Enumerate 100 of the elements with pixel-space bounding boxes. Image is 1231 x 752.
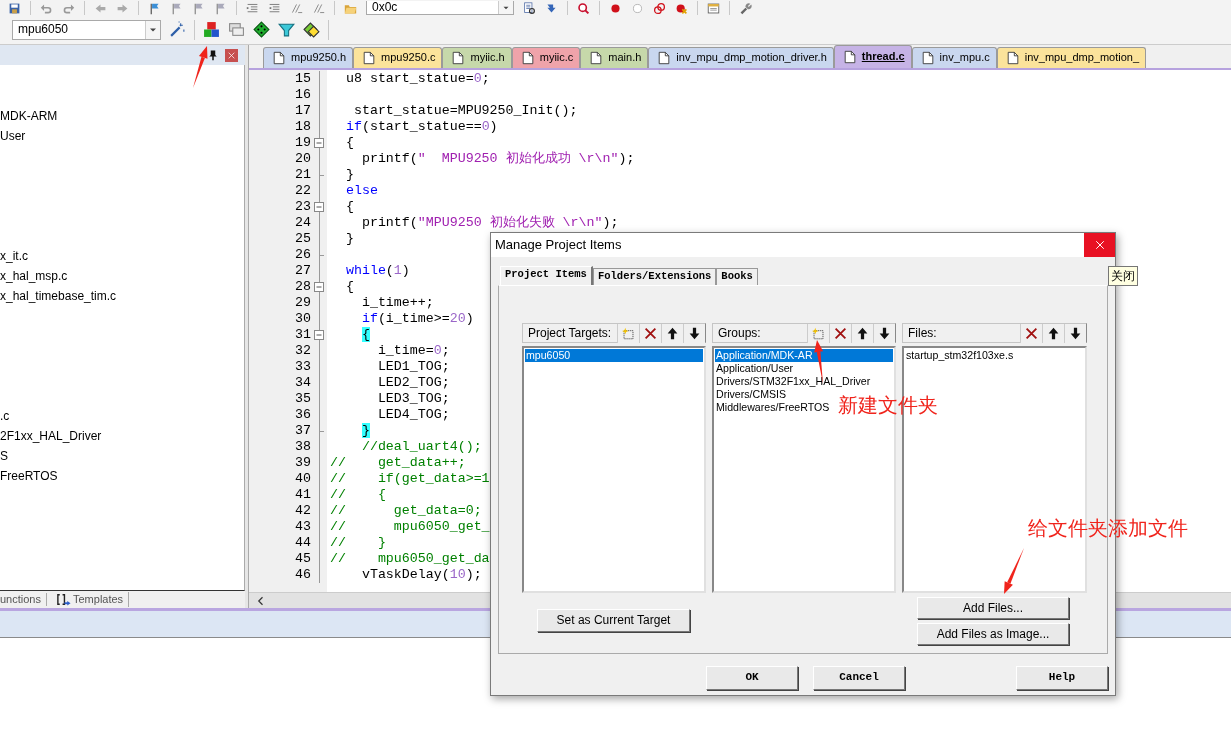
move-up-button[interactable] <box>851 323 873 343</box>
funnel-icon[interactable] <box>278 21 295 38</box>
list-item[interactable]: Application/MDK-AR <box>715 349 893 362</box>
list-item[interactable]: Drivers/CMSIS <box>715 388 787 401</box>
file-tab[interactable]: myiic.h <box>442 47 512 68</box>
flag-icon[interactable] <box>192 2 205 15</box>
code-line: //deal_uart4(); <box>360 439 482 455</box>
undo-icon[interactable] <box>40 2 53 15</box>
indent-icon[interactable] <box>246 2 259 15</box>
file-tab[interactable]: inv_mpu_dmp_motion_driver.h <box>648 47 834 68</box>
line-number: 24 <box>294 215 312 231</box>
list-item[interactable]: startup_stm32f103xe.s <box>905 349 1014 362</box>
list-item[interactable]: mpu6050 <box>525 349 703 362</box>
tree-item[interactable]: x_hal_msp.c <box>0 266 68 286</box>
pin-icon[interactable] <box>207 49 219 61</box>
clear-breakpoints-icon[interactable] <box>675 2 688 15</box>
line-number: 44 <box>294 535 312 551</box>
dialog-tab[interactable]: Books <box>716 268 758 285</box>
flag-icon[interactable] <box>170 2 183 15</box>
tree-item[interactable]: .c <box>0 406 10 426</box>
file-tab[interactable]: mpu9250.h <box>263 47 354 68</box>
collapse-icon[interactable] <box>314 282 324 292</box>
code-line: LED1_TOG; <box>376 359 450 375</box>
tree-item[interactable]: MDK-ARM <box>0 106 58 126</box>
save-icon[interactable] <box>8 2 21 15</box>
combo-box[interactable]: 0x0c <box>366 1 514 15</box>
comment-icon[interactable] <box>312 2 325 15</box>
file-icon <box>920 51 935 65</box>
comment-icon[interactable] <box>290 2 303 15</box>
close-button[interactable] <box>1084 233 1115 257</box>
list-item[interactable]: Application/User <box>715 362 794 375</box>
file-tab[interactable]: thread.c <box>833 45 912 68</box>
window-icon[interactable] <box>707 2 720 15</box>
code-line: printf("MPU9250 初始化失败 \r\n"); <box>360 215 619 231</box>
panel-tab[interactable]: unctions <box>0 592 47 607</box>
action-button[interactable]: Set as Current Target <box>537 609 690 632</box>
tree-item[interactable]: x_hal_timebase_tim.c <box>0 286 117 306</box>
file-icon <box>451 51 466 65</box>
flag-icon[interactable] <box>214 2 227 15</box>
code-line: // mpu6050_get_da <box>329 551 490 567</box>
target-select[interactable]: mpu6050 <box>12 19 161 40</box>
tree-item[interactable]: S <box>0 446 8 466</box>
wand-icon[interactable] <box>169 21 186 38</box>
collapse-icon[interactable] <box>314 330 324 340</box>
file-tab[interactable]: main.h <box>580 47 649 68</box>
download-icon[interactable] <box>545 2 558 15</box>
dialog-tab[interactable]: Project Items <box>500 266 593 285</box>
file-tab[interactable]: myiic.c <box>511 47 581 68</box>
redo-icon[interactable] <box>62 2 75 15</box>
line-number: 21 <box>294 167 312 183</box>
line-number: 32 <box>294 343 312 359</box>
tree-item[interactable]: User <box>0 126 26 146</box>
dialog-button[interactable]: Cancel <box>813 666 905 690</box>
move-down-button[interactable] <box>873 323 895 343</box>
panel-tab[interactable]: Templates <box>56 592 130 607</box>
breakpoints-icon[interactable] <box>653 2 666 15</box>
move-up-button[interactable] <box>661 323 683 343</box>
move-down-button[interactable] <box>1064 323 1086 343</box>
list-label: Project Targets: <box>528 325 612 341</box>
file-tab[interactable]: inv_mpu_dmp_motion_ <box>996 47 1147 68</box>
search-icon[interactable] <box>577 2 590 15</box>
close-icon[interactable] <box>1093 239 1106 251</box>
tree-item[interactable]: FreeRTOS <box>0 466 58 486</box>
dialog-button[interactable]: OK <box>706 666 798 690</box>
file-icon <box>657 51 672 65</box>
file-icon <box>589 51 604 65</box>
action-button[interactable]: Add Files as Image... <box>917 623 1069 645</box>
line-number: 27 <box>294 263 312 279</box>
move-down-button[interactable] <box>683 323 705 343</box>
delete-button[interactable] <box>829 323 851 343</box>
code-line: } <box>344 167 354 183</box>
flag-icon[interactable] <box>148 2 161 15</box>
line-number: 43 <box>294 519 312 535</box>
diamond-icon[interactable] <box>253 21 270 38</box>
action-button[interactable]: Add Files... <box>917 597 1069 619</box>
move-up-button[interactable] <box>1042 323 1064 343</box>
dialog-tab[interactable]: Folders/Extensions <box>592 268 717 285</box>
tree-item[interactable]: x_it.c <box>0 246 28 266</box>
windows-icon[interactable] <box>228 21 245 38</box>
list-item[interactable]: Middlewares/FreeRTOS <box>715 401 830 414</box>
file-tab[interactable]: inv_mpu.c <box>911 47 997 68</box>
line-number: 20 <box>294 151 312 167</box>
code-line: vTaskDelay(10); <box>360 567 482 583</box>
find-in-files-icon[interactable] <box>523 2 536 15</box>
dialog-button[interactable]: Help <box>1016 666 1108 690</box>
braces-icon <box>56 592 71 607</box>
code-line: start_statue=MPU9250_Init(); <box>352 103 578 119</box>
breakpoint-icon[interactable] <box>609 2 622 15</box>
delete-button[interactable] <box>1020 323 1042 343</box>
delete-button[interactable] <box>639 323 661 343</box>
annotation-text: 新建文件夹 <box>838 393 938 417</box>
code-line: // { <box>329 487 386 503</box>
wrench-icon[interactable] <box>739 2 752 15</box>
tree-item[interactable]: 2F1xx_HAL_Driver <box>0 426 102 446</box>
list-item[interactable]: Drivers/STM32F1xx_HAL_Driver <box>715 375 871 388</box>
code-line: LED2_TOG; <box>376 375 450 391</box>
file-tab[interactable]: mpu9250.c <box>353 47 443 68</box>
collapse-icon[interactable] <box>314 202 324 212</box>
collapse-icon[interactable] <box>314 138 324 148</box>
outdent-icon[interactable] <box>268 2 281 15</box>
